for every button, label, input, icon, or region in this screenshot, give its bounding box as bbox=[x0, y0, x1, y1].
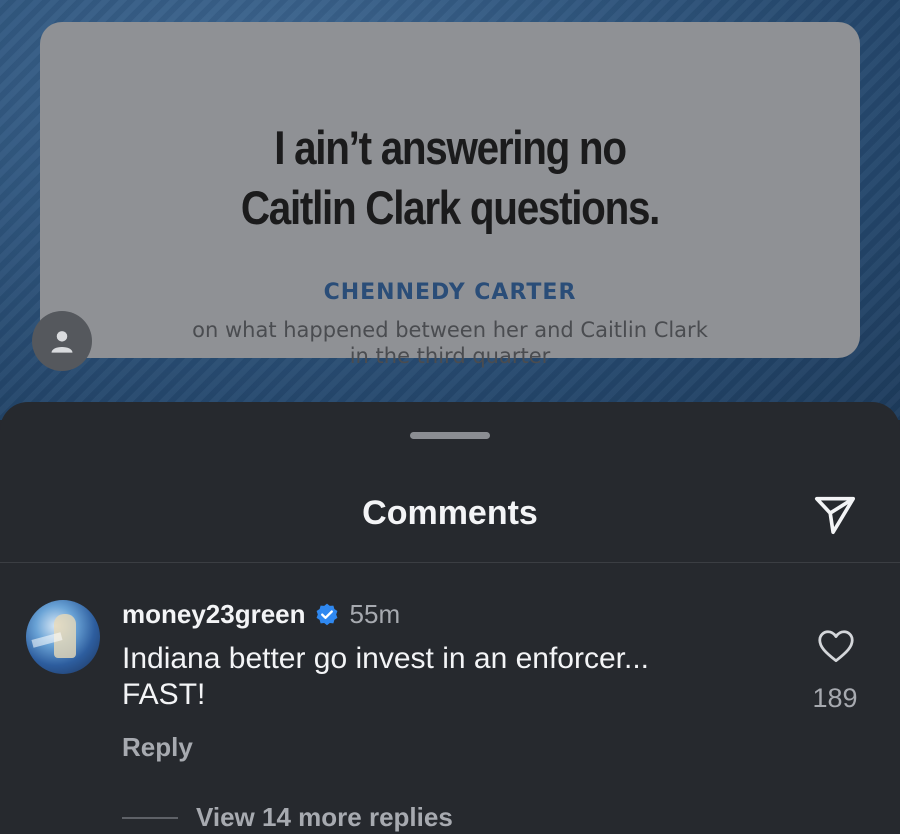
view-replies-button[interactable]: View 14 more replies bbox=[196, 802, 453, 833]
quote-line: Caitlin Clark questions. bbox=[240, 181, 661, 234]
quote-card: I ain’t answering no Caitlin Clark quest… bbox=[40, 22, 860, 368]
speaker-name: CHENNEDY CARTER bbox=[323, 280, 577, 305]
sheet-title: Comments bbox=[362, 494, 538, 532]
context-line: in the third quarter bbox=[349, 344, 551, 368]
reply-button[interactable]: Reply bbox=[122, 732, 193, 763]
comment-text-line: FAST! bbox=[122, 678, 206, 711]
context-line: on what happened between her and Caitlin… bbox=[192, 318, 708, 342]
commenter-avatar[interactable] bbox=[26, 600, 100, 674]
replies-divider bbox=[122, 817, 178, 819]
tagged-user-button[interactable] bbox=[32, 311, 92, 371]
user-icon bbox=[51, 331, 73, 353]
quote-line: I ain’t answering no bbox=[274, 121, 627, 174]
verified-badge-icon bbox=[316, 603, 337, 625]
divider bbox=[0, 562, 900, 563]
send-icon bbox=[814, 496, 856, 535]
like-count: 189 bbox=[812, 683, 858, 713]
heart-icon bbox=[818, 630, 854, 663]
comment-time: 55m bbox=[349, 599, 401, 629]
quote-context: on what happened between her and Caitlin… bbox=[40, 317, 860, 369]
drag-handle[interactable] bbox=[410, 432, 490, 439]
share-button[interactable] bbox=[806, 486, 864, 544]
like-button[interactable] bbox=[814, 626, 858, 666]
comment-header: money23green 55m bbox=[122, 599, 400, 630]
comments-sheet: Comments money23green 55m Indiana better… bbox=[0, 402, 900, 834]
comment-text-line: Indiana better go invest in an enforcer.… bbox=[122, 642, 650, 675]
comment-text: Indiana better go invest in an enforcer.… bbox=[122, 641, 762, 713]
quote-text: I ain’t answering no Caitlin Clark quest… bbox=[97, 118, 802, 238]
comment-username[interactable]: money23green bbox=[122, 599, 306, 630]
